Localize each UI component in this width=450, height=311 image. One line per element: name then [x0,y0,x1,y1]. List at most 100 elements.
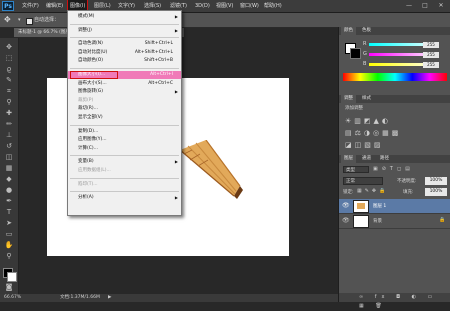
menu-item-shortcut: Shift+Ctrl+B [144,58,173,64]
image-menu-dropdown: 模式(M) ▶ 调整(J) ▶ 自动色调(N) Shift+Ctrl+L 自动对比度(U) A… [67,10,182,216]
background-color-swatch[interactable] [7,272,17,282]
menu-window[interactable]: 窗口(W) [240,0,259,12]
layers-bottom-toolbar[interactable]: ∞ fx ◘ ◐ ▭ ▦ 🗑 [339,293,450,309]
menu-edit[interactable]: 编辑(E) [46,0,63,12]
submenu-arrow-icon: ▶ [174,195,178,201]
menu-view[interactable]: 视图(V) [216,0,233,12]
menu-item-label: 调整(J) [78,27,92,33]
image-menu-item[interactable]: 图像大小(I)... Alt+Ctrl+I [68,71,181,79]
tool-preset-chevron-icon[interactable]: ▾ [18,15,21,25]
layer-kind-filter[interactable]: 类型 [343,166,369,173]
image-menu-item: 裁剪(P) [68,97,181,105]
menu-file[interactable]: 文件(F) [22,0,39,12]
lasso-tool-icon[interactable]: ϱ [3,64,15,74]
layer-name[interactable]: 背景 [373,218,382,224]
opacity-input[interactable]: 100% [425,177,447,185]
lock-label: 锁定: [343,190,354,195]
hand-tool-icon[interactable]: ✋ [3,240,15,250]
gradient-tool-icon[interactable]: ▦ [3,163,15,173]
image-menu-item[interactable]: 分析(A) ▶ [68,194,181,202]
lock-icons[interactable]: ▦✎✥🔒 [357,188,393,195]
type-tool-icon[interactable]: T [3,207,15,217]
status-arrow-icon[interactable]: ▶ [108,294,111,302]
image-menu-item[interactable]: 模式(M) ▶ [68,13,181,21]
tab-swatches[interactable]: 色板 [359,27,374,35]
eraser-tool-icon[interactable]: ◫ [3,152,15,162]
lock-icon: 🔒 [439,217,446,223]
green-value[interactable]: 255 [423,52,439,58]
menu-3d[interactable]: 3D(D) [195,0,210,12]
submenu-arrow-icon: ▶ [174,89,178,95]
blur-tool-icon[interactable]: ◆ [3,174,15,184]
color-spectrum-bar[interactable] [343,73,447,81]
image-menu-item[interactable]: 变量(B) ▶ [68,158,181,166]
image-menu-item[interactable]: 自动对比度(U) Alt+Shift+Ctrl+L [68,49,181,57]
crop-tool-icon[interactable]: ⌗ [3,86,15,96]
auto-select-checkbox[interactable] [26,18,33,25]
pen-tool-icon[interactable]: ✒ [3,196,15,206]
visibility-eye-icon[interactable]: 👁 [342,202,350,209]
blend-mode-value: 正常 [346,179,355,184]
opacity-label: 不透明度: [397,179,417,184]
adjustment-icons-row-3[interactable]: ◪◫▧▨ [345,141,445,151]
visibility-eye-icon[interactable]: 👁 [342,217,350,224]
blend-mode-select[interactable]: 正常 [343,177,383,185]
maximize-button[interactable]: □ [418,2,432,10]
menu-item-shortcut: Shift+Ctrl+L [144,41,173,47]
move-tool-icon[interactable]: ✥ [4,15,14,25]
minimize-button[interactable]: — [402,2,416,10]
background-color-chip[interactable] [350,48,361,59]
image-menu-item[interactable]: 调整(J) ▶ [68,27,181,35]
adjust-panel-tabs: 调整 样式 [339,95,450,103]
image-menu-item[interactable]: 计算(C)... [68,145,181,153]
shape-tool-icon[interactable]: ▭ [3,229,15,239]
marquee-tool-icon[interactable]: ⬚ [3,53,15,63]
tab-channels[interactable]: 通道 [359,155,374,163]
dodge-tool-icon[interactable]: ● [3,185,15,195]
blue-channel-label: B [363,61,367,67]
tab-color[interactable]: 颜色 [341,27,356,35]
adjustment-icons-row-1[interactable]: ☀▥◩▲◐ [345,117,445,127]
menu-item-label: 图像旋转(G) [78,89,103,95]
tab-styles[interactable]: 样式 [359,95,374,103]
menu-help[interactable]: 帮助(H) [264,0,282,12]
fill-input[interactable]: 100% [425,188,447,196]
tab-layers[interactable]: 图层 [341,155,356,163]
layer-row[interactable]: 👁 背景 🔒 [339,214,450,229]
image-menu-item[interactable]: 裁切(R)... [68,105,181,113]
red-value[interactable]: 255 [423,42,439,48]
menu-separator [70,68,179,69]
menu-item-label: 显示全部(V) [78,115,103,120]
image-menu-item[interactable]: 图像旋转(G) ▶ [68,88,181,96]
clone-stamp-tool-icon[interactable]: ⊥ [3,130,15,140]
image-menu-item[interactable]: 画布大小(S)... Alt+Ctrl+C [68,80,181,88]
zoom-tool-icon[interactable]: ⚲ [3,251,15,261]
menu-separator [70,155,179,157]
menu-item-label: 应用图像(Y)... [78,137,107,143]
brush-tool-icon[interactable]: ✏ [3,119,15,129]
layer-row[interactable]: 👁 图层 1 [339,199,450,214]
tab-paths[interactable]: 路径 [377,155,392,163]
image-menu-item[interactable]: 显示全部(V) [68,114,181,122]
quick-mask-icon[interactable]: ◙ [3,282,15,292]
image-menu-item[interactable]: 自动颜色(O) Shift+Ctrl+B [68,57,181,65]
zoom-level[interactable]: 66.67% [4,294,21,302]
image-menu-item[interactable]: 应用图像(Y)... [68,136,181,144]
layer-filter-icons[interactable]: ▣⊘T◻▤ [373,166,443,173]
quick-select-tool-icon[interactable]: ✎ [3,75,15,85]
healing-brush-tool-icon[interactable]: ✚ [3,108,15,118]
menu-item-label: 计算(C)... [78,145,98,151]
menu-item-label: 裁切(R)... [78,106,98,112]
history-brush-tool-icon[interactable]: ↺ [3,141,15,151]
adjustment-icons-row-2[interactable]: ▤⚖◑◎▦▩ [345,129,445,139]
close-button[interactable]: ✕ [434,2,448,10]
image-menu-item[interactable]: 复制(D)... [68,128,181,136]
eyedropper-tool-icon[interactable]: ⚲ [3,97,15,107]
move-tool-icon[interactable]: ✥ [3,42,15,52]
tab-adjustments[interactable]: 调整 [341,95,356,103]
layer-name[interactable]: 图层 1 [373,203,386,209]
image-menu-item: 应用数据组(L)... [68,167,181,175]
image-menu-item[interactable]: 自动色调(N) Shift+Ctrl+L [68,40,181,48]
blue-value[interactable]: 255 [423,62,439,68]
path-select-tool-icon[interactable]: ➤ [3,218,15,228]
